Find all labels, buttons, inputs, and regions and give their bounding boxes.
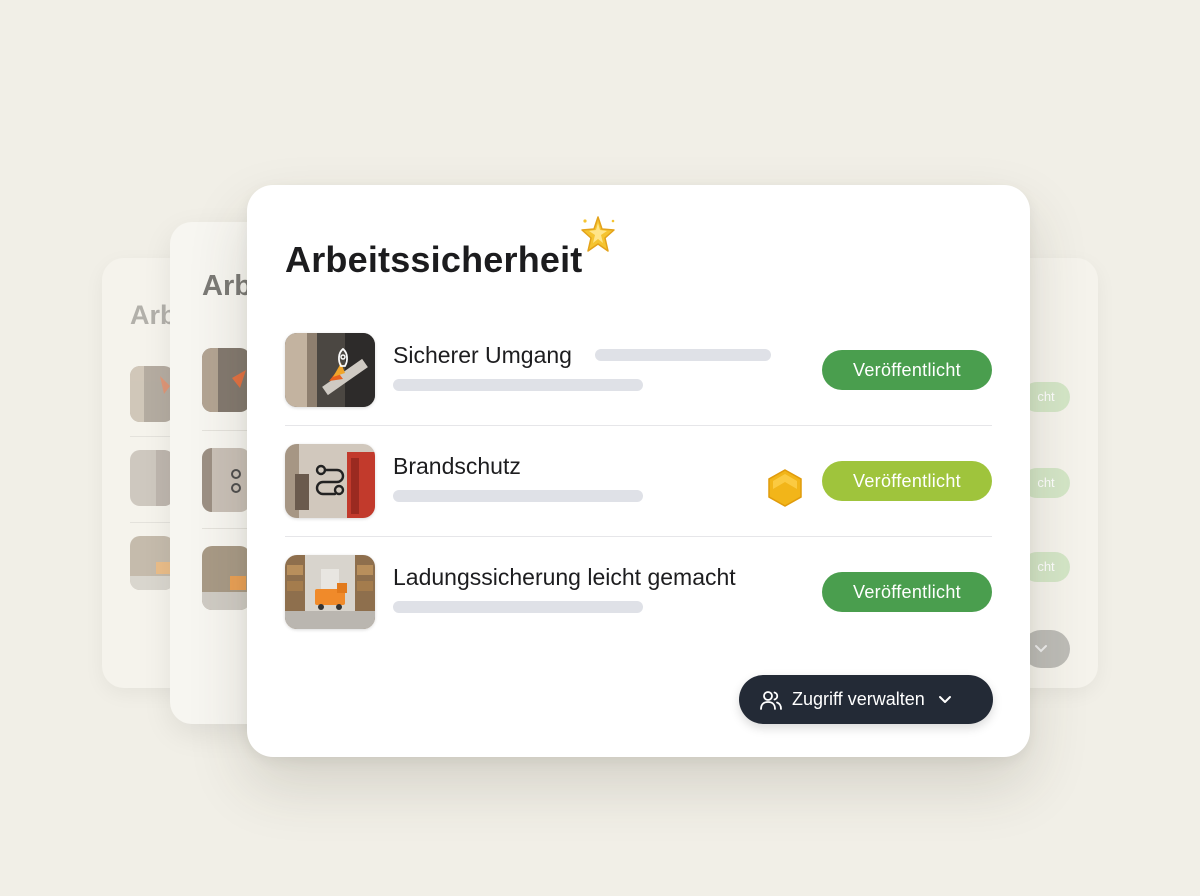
card-title: Arbeitssicherheit: [285, 239, 583, 280]
placeholder-bar: [595, 349, 771, 361]
status-published-badge[interactable]: Veröffentlicht: [822, 572, 992, 612]
course-row[interactable]: Ladungssicherung leicht gemacht Veröffen…: [285, 518, 992, 629]
course-row[interactable]: Sicherer Umgang Veröffentlicht: [285, 296, 992, 407]
course-card: Arbeitssicherheit Sicherer Umgang Veröff…: [247, 185, 1030, 757]
course-thumbnail: [285, 555, 375, 629]
background-card-title: Arb: [202, 270, 252, 302]
status-published-badge[interactable]: Veröffentlicht: [822, 461, 992, 501]
status-published-badge[interactable]: Veröffentlicht: [822, 350, 992, 390]
course-thumbnail: [285, 444, 375, 518]
course-title: Brandschutz: [393, 453, 521, 479]
background-thumb: [130, 366, 174, 422]
manage-access-button[interactable]: Zugriff verwalten: [739, 675, 993, 724]
course-title: Ladungssicherung leicht gemacht: [393, 564, 736, 590]
course-thumbnail: [285, 333, 375, 407]
chevron-down-icon: [938, 695, 951, 703]
background-thumb: [130, 450, 174, 506]
course-title: Sicherer Umgang: [393, 342, 572, 368]
placeholder-bar: [393, 601, 643, 613]
manage-access-label: Zugriff verwalten: [792, 689, 925, 709]
users-icon: [760, 690, 782, 710]
background-thumb: [202, 546, 250, 610]
stage: Arb cht cht cht Arb Arbeitssicherheit Si…: [0, 0, 1200, 896]
background-thumb: [202, 348, 250, 412]
placeholder-bar: [393, 379, 643, 391]
background-thumb: [202, 448, 250, 512]
background-thumb: [130, 536, 174, 590]
course-row[interactable]: Brandschutz Veröffentlicht: [285, 407, 992, 518]
placeholder-bar: [393, 490, 643, 502]
sparkle-icon: [581, 216, 615, 252]
hexagon-badge-icon: [768, 469, 802, 507]
